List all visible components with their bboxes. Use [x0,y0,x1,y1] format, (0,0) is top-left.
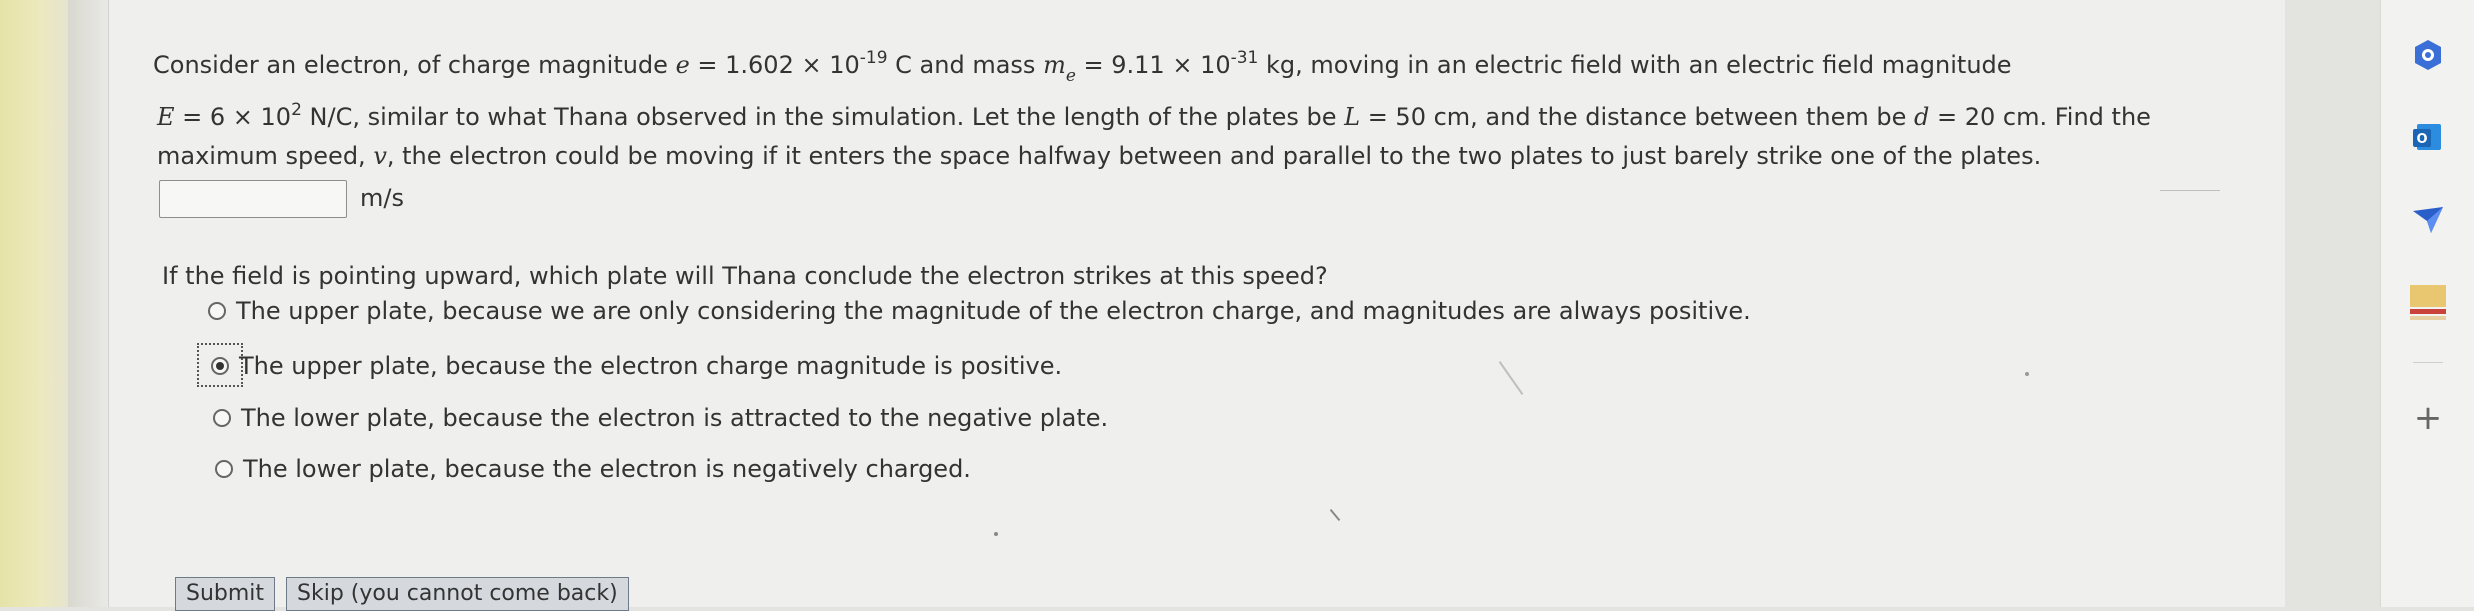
send-icon[interactable] [2411,205,2445,239]
radio-button[interactable] [215,460,233,478]
question-line-1: Consider an electron, of charge magnitud… [153,48,2012,85]
browser-sidebar: O + [2380,0,2474,607]
text: maximum speed, [157,142,374,170]
var-d: d [1913,103,1930,131]
exponent: -19 [859,48,888,68]
var-e: e [675,51,690,79]
text: = 9.11 × 10 [1075,51,1231,79]
radio-button-selected[interactable] [211,357,229,375]
option-label: The upper plate, because we are only con… [236,297,1751,325]
option-label: The lower plate, because the electron is… [241,404,1109,432]
var-v: v [373,142,387,170]
text: = 1.602 × 10 [689,51,860,79]
var-E: E [157,103,175,131]
unit-label: m/s [360,184,404,212]
radio-button[interactable] [213,409,231,427]
stray-mark [2025,372,2029,376]
option-label: The lower plate, because the electron is… [243,455,971,483]
skip-button[interactable]: Skip (you cannot come back) [286,577,629,611]
copilot-icon[interactable] [2411,38,2445,76]
text: , the electron could be moving if it ent… [386,142,2042,170]
stray-mark [2160,190,2220,191]
text: kg, moving in an electric field with an … [1258,51,2012,79]
text: Consider an electron, of charge magnitud… [153,51,676,79]
text: N/C, similar to what Thana observed in t… [301,103,1345,131]
var-L: L [1344,103,1361,131]
speed-answer-input[interactable] [159,180,347,218]
add-icon[interactable]: + [2414,398,2443,438]
question-line-2: E = 6 × 102 N/C, similar to what Thana o… [157,102,2151,132]
submit-button[interactable]: Submit [175,577,276,611]
plate-question: If the field is pointing upward, which p… [162,262,1328,290]
option-upper-magnitude[interactable]: The upper plate, because we are only con… [208,297,1751,325]
right-gutter [2285,0,2380,607]
option-lower-negative[interactable]: The lower plate, because the electron is… [215,455,971,483]
tools-icon[interactable] [2410,283,2446,327]
stray-mark [994,532,998,536]
left-margin [0,0,68,607]
subscript-e: e [1065,66,1076,86]
text: = 50 cm, and the distance between them b… [1360,103,1914,131]
option-lower-attracted[interactable]: The lower plate, because the electron is… [213,404,1108,432]
exponent: -31 [1230,48,1259,68]
sidebar-divider [2413,362,2443,363]
var-m: m [1043,51,1066,79]
left-shadow [68,0,108,607]
outlook-icon[interactable]: O [2411,120,2445,158]
text: C and mass [887,51,1044,79]
exponent: 2 [291,100,302,120]
radio-button[interactable] [208,302,226,320]
outlook-letter: O [2416,132,2427,147]
question-line-3: maximum speed, v, the electron could be … [157,141,2041,171]
option-upper-positive[interactable]: The upper plate, because the electron ch… [211,352,1062,380]
option-label: The upper plate, because the electron ch… [239,352,1063,380]
text: = 20 cm. Find the [1929,103,2151,131]
text: = 6 × 10 [174,103,292,131]
